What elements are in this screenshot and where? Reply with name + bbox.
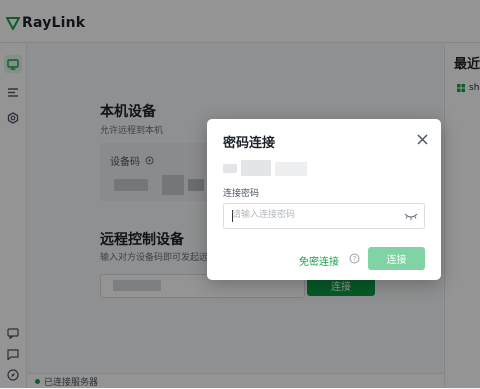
help-icon[interactable]: ?	[349, 253, 360, 264]
redacted-block	[275, 162, 307, 176]
redacted-block	[223, 164, 237, 173]
password-label: 连接密码	[223, 189, 260, 199]
dialog-title: 密码连接	[223, 136, 276, 151]
no-password-connect-link[interactable]: 免密连接	[299, 253, 339, 268]
svg-text:?: ?	[353, 255, 357, 263]
close-icon	[416, 133, 428, 145]
connect-button[interactable]: 连接	[368, 247, 425, 270]
password-connect-dialog: 密码连接 连接密码 免密连接 ? 连接	[207, 119, 441, 280]
redacted-block	[241, 160, 271, 176]
password-field[interactable]	[223, 203, 425, 229]
close-button[interactable]	[414, 131, 430, 147]
password-input[interactable]	[232, 204, 392, 226]
eye-closed-icon[interactable]	[404, 210, 418, 222]
